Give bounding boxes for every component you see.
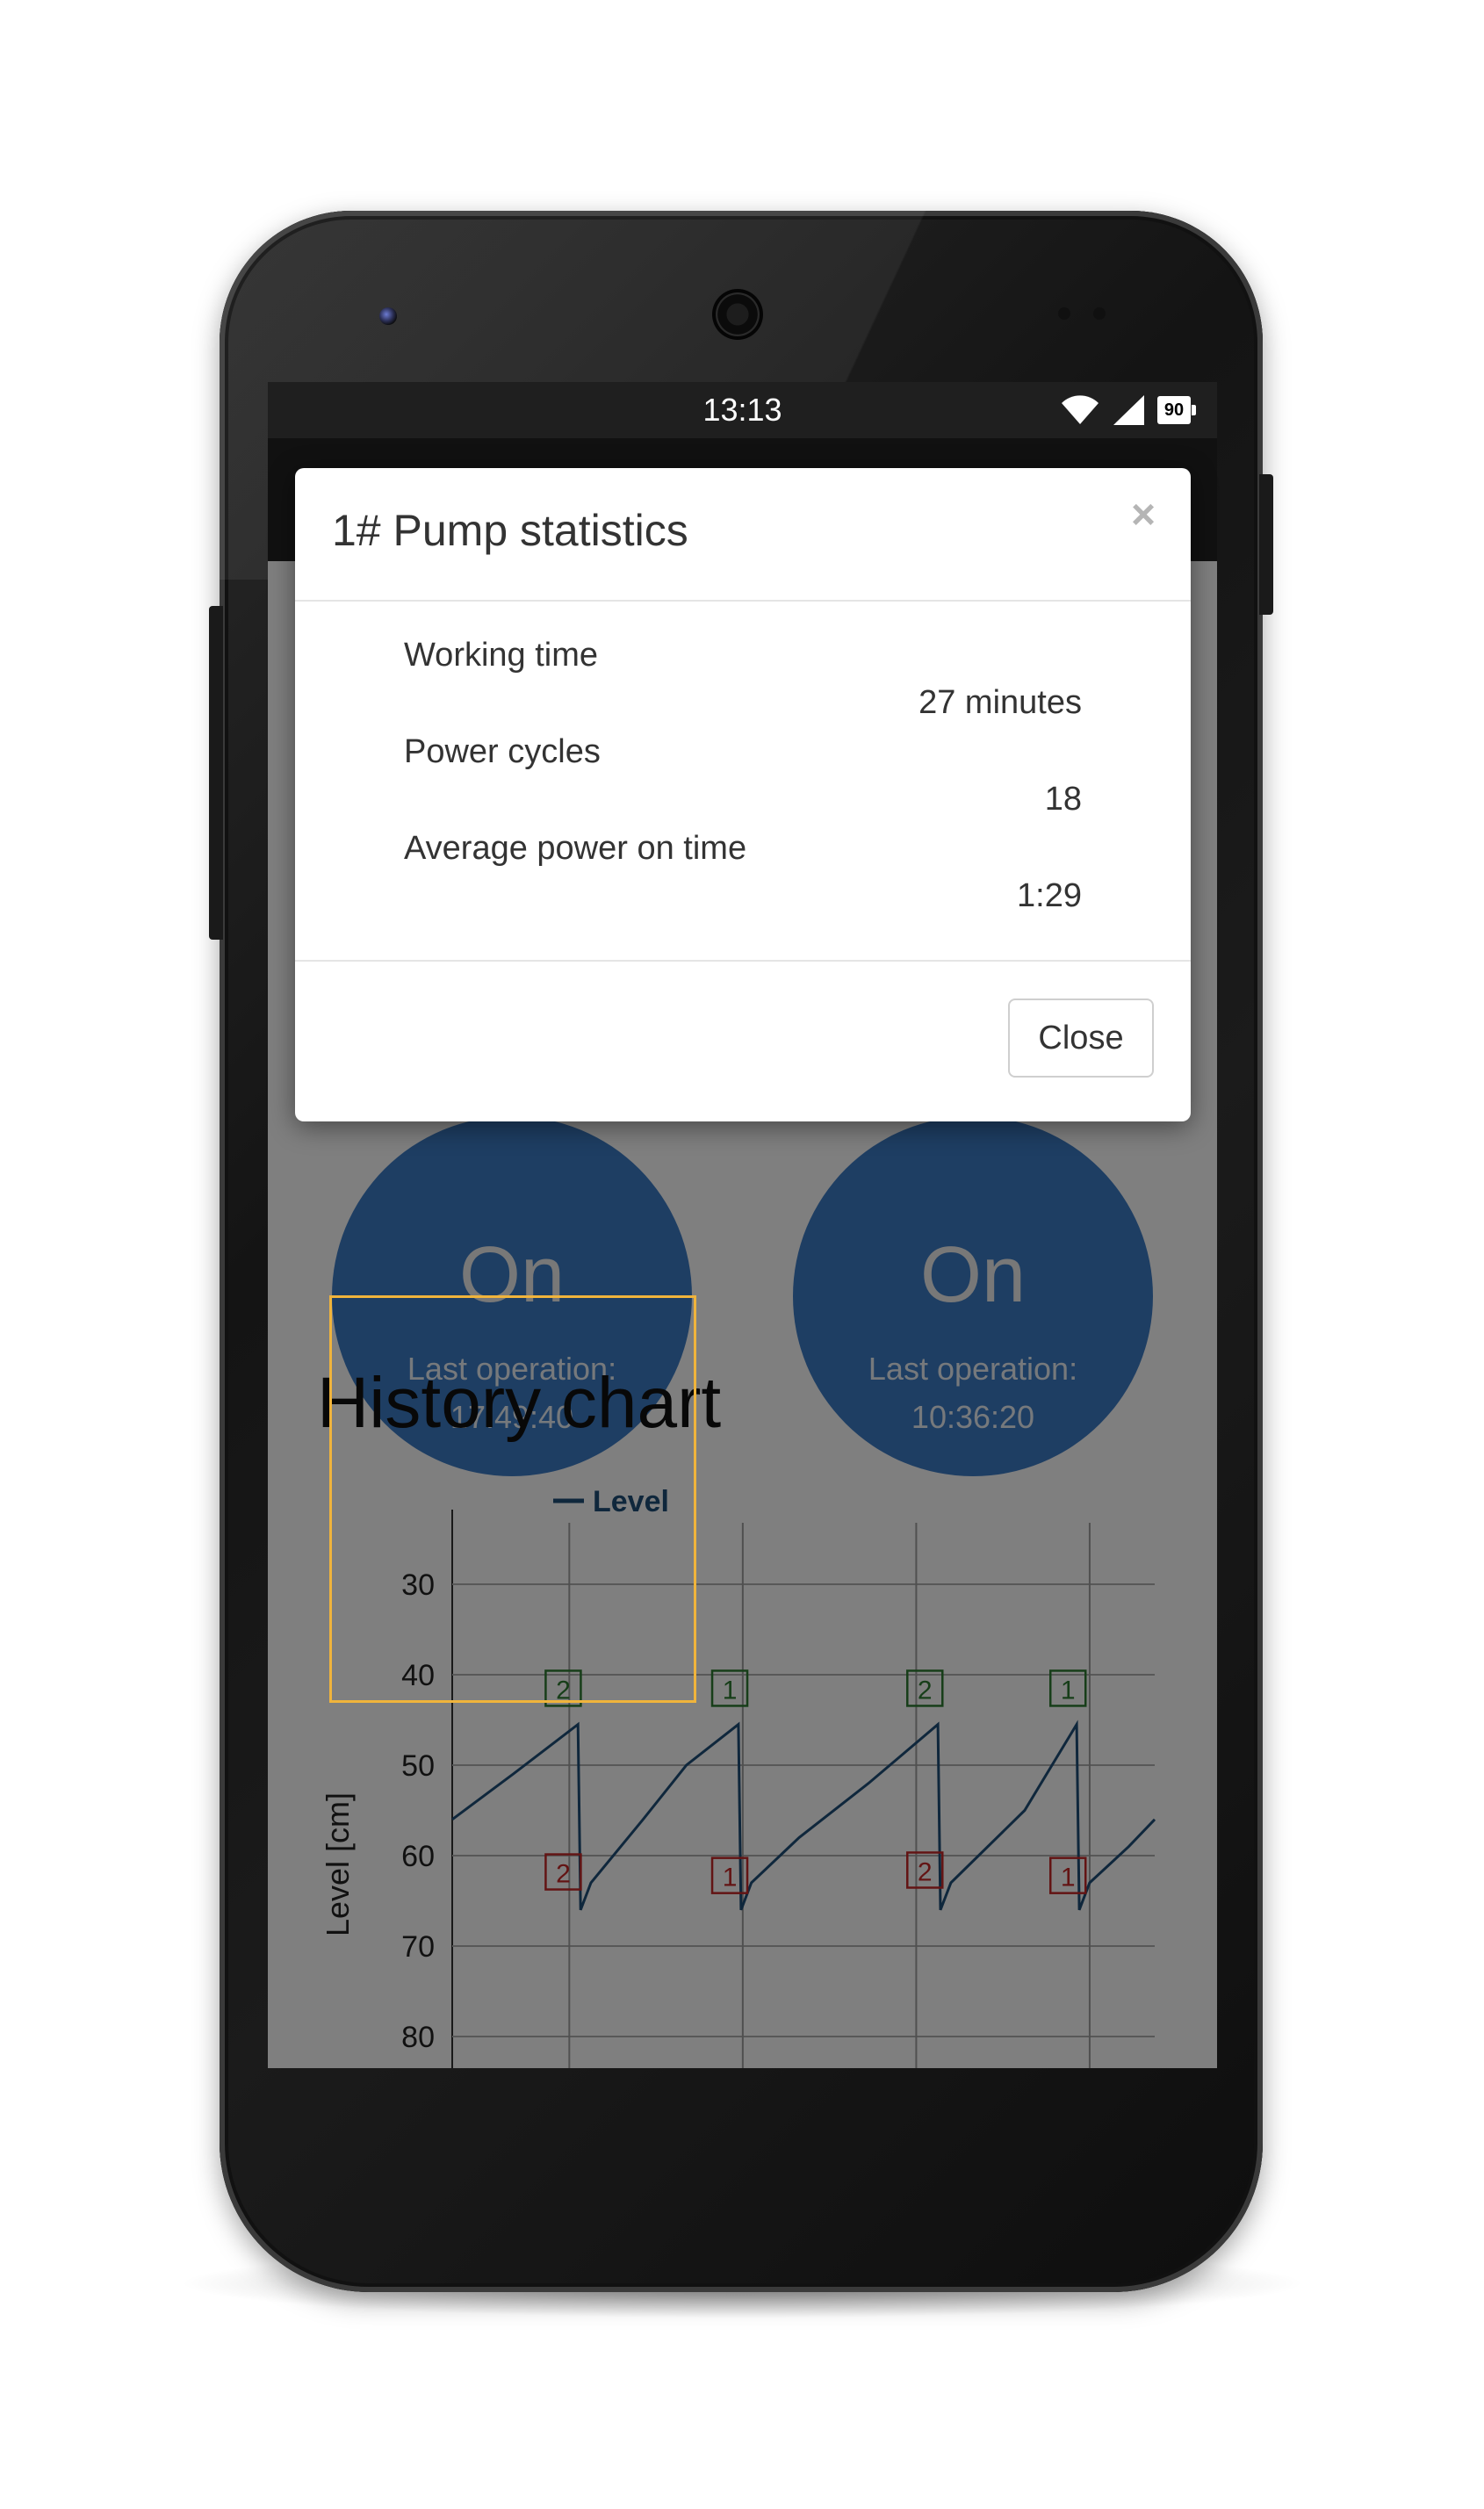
- close-button[interactable]: Close: [1008, 999, 1154, 1078]
- status-bar: 13:13 90: [268, 382, 1217, 438]
- light-sensor-icon: [1093, 307, 1106, 320]
- volume-button: [209, 606, 223, 940]
- stat-value-power-cycles: 18: [1044, 781, 1082, 818]
- close-icon[interactable]: ×: [1131, 494, 1156, 537]
- stat-value-average-power-on-time: 1:29: [1017, 877, 1082, 914]
- phone-bottom-bezel: [268, 2068, 1217, 2200]
- signal-icon: [1113, 395, 1144, 425]
- stat-value-working-time: 27 minutes: [918, 684, 1082, 721]
- selected-pump-frame: [329, 1295, 696, 1703]
- status-icons: 90: [1061, 393, 1196, 428]
- stat-label-working-time: Working time: [404, 637, 599, 674]
- wifi-icon: [1062, 395, 1099, 424]
- modal-title: 1# Pump statistics: [332, 506, 688, 555]
- modal-body: Working time 27 minutes Power cycles 18 …: [295, 602, 1191, 960]
- stat-label-power-cycles: Power cycles: [404, 733, 601, 770]
- battery-icon: 90: [1157, 396, 1196, 424]
- stat-label-average-power-on-time: Average power on time: [404, 830, 747, 867]
- modal-header: 1# Pump statistics ×: [295, 468, 1191, 602]
- pump-statistics-modal: 1# Pump statistics × Working time 27 min…: [295, 468, 1191, 1121]
- proximity-sensor-icon: [1058, 307, 1070, 320]
- power-button: [1259, 474, 1273, 615]
- earpiece-speaker-icon: [712, 289, 763, 340]
- modal-footer: Close: [295, 960, 1191, 1121]
- battery-level: 90: [1163, 400, 1185, 420]
- front-camera-icon: [379, 307, 397, 325]
